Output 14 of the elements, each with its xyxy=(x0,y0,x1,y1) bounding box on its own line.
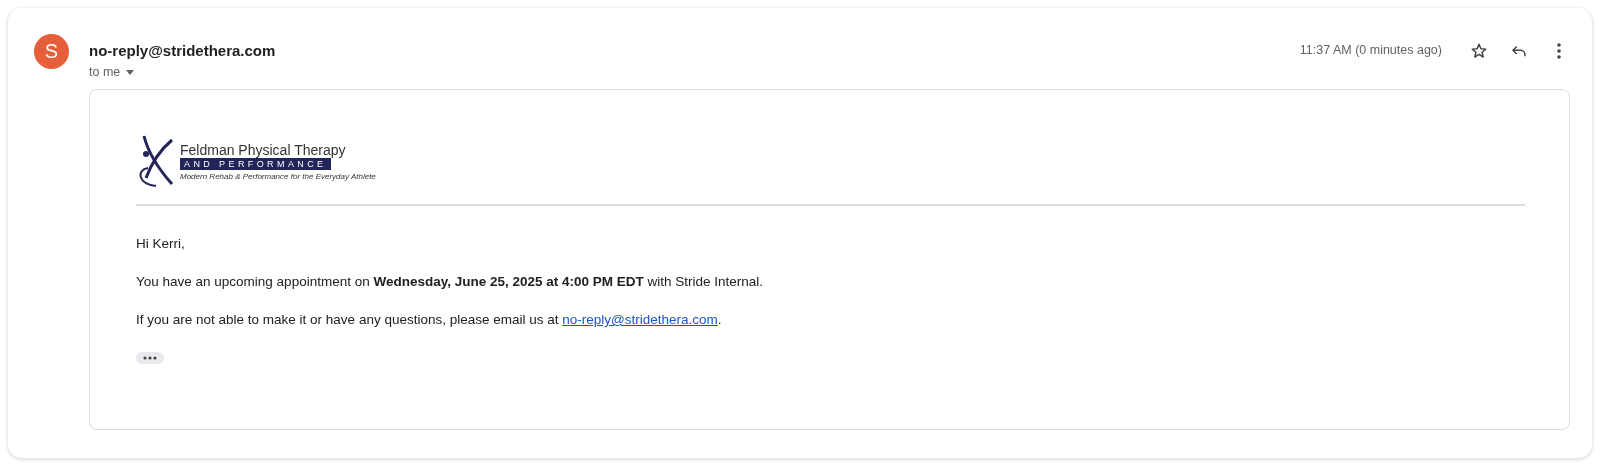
appointment-text: You have an upcoming appointment on Wednesday, June 25, 2025 at 4:00 PM EDT with Stride Internal. xyxy=(136,274,765,290)
recipient-label: to me xyxy=(89,65,121,79)
logo-banner: AND PERFORMANCE xyxy=(180,157,331,170)
email-link[interactable]: no-reply@stridethera.com xyxy=(562,312,718,327)
sender-email: no-reply@stridethera.com xyxy=(89,42,276,59)
ellipsis-icon xyxy=(143,356,157,360)
logo-name: Feldman Physical Therapy xyxy=(180,141,347,158)
timestamp: 11:37 AM (0 minutes ago) xyxy=(1299,43,1442,57)
logo-tagline: Modern Rehab & Performance for the Everyday Athlete xyxy=(180,171,376,181)
sender-avatar: S xyxy=(34,34,69,69)
contact-text: If you are not able to make it or have any questions, please email us at no-reply@stridethera.com. xyxy=(136,312,723,328)
greeting-text: Hi Kerri, xyxy=(136,236,186,252)
caret-icon[interactable] xyxy=(126,69,135,75)
show-trimmed-button[interactable] xyxy=(136,352,164,364)
